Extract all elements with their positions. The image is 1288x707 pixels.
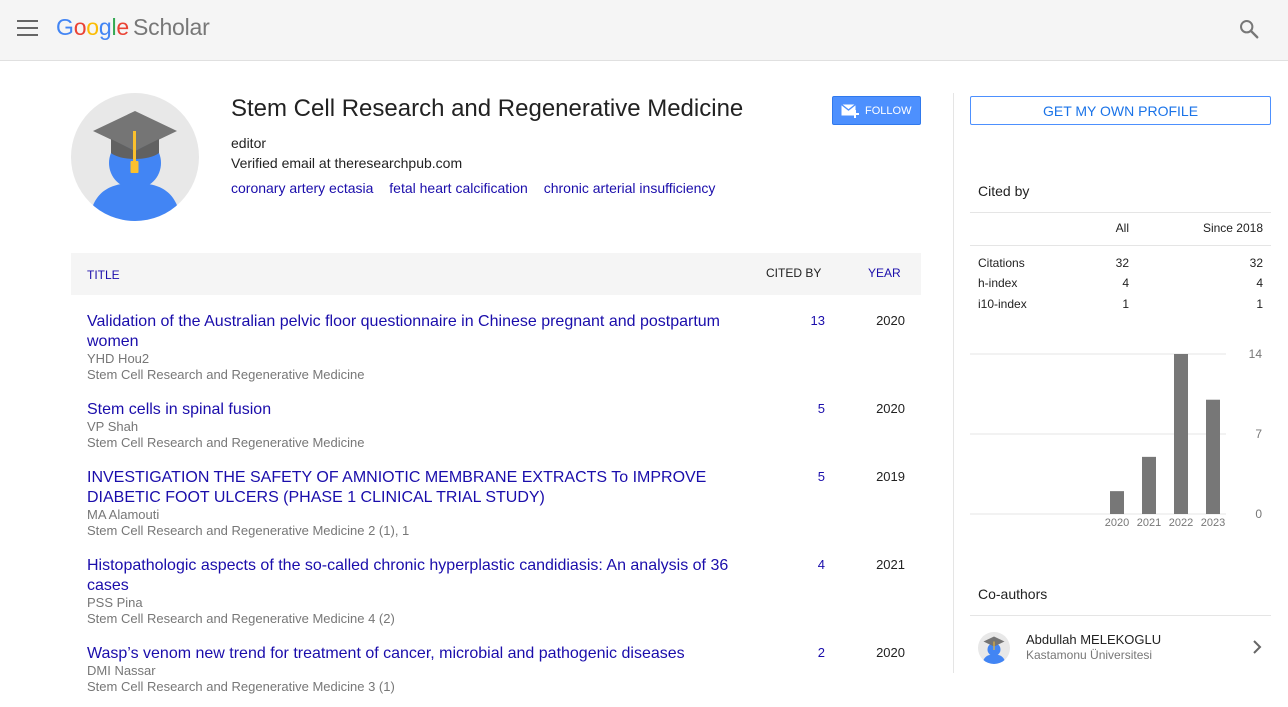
cited-by-heading: Cited by (978, 183, 1030, 199)
interest-link[interactable]: coronary artery ectasia (231, 180, 373, 196)
article-year: 2021 (876, 557, 905, 572)
stat-since: 32 (1249, 256, 1263, 270)
stat-since: 1 (1256, 297, 1263, 311)
google-scholar-logo[interactable]: Google Scholar (56, 14, 210, 41)
get-my-own-profile-button[interactable]: GET MY OWN PROFILE (970, 96, 1271, 125)
profile-name: Stem Cell Research and Regenerative Medi… (231, 95, 744, 122)
chart-x-tick-label: 2020 (1105, 517, 1129, 529)
logo-letter: e (116, 14, 129, 40)
article-venue: Stem Cell Research and Regenerative Medi… (87, 523, 410, 538)
article-year: 2020 (876, 645, 905, 660)
chart-bar (1206, 399, 1220, 514)
divider (970, 212, 1271, 213)
follow-label: FOLLOW (865, 104, 912, 117)
profile-affiliation: editor (231, 135, 267, 151)
article-authors: MA Alamouti (87, 507, 160, 522)
coauthor-affiliation: Kastamonu Üniversitesi (1026, 648, 1153, 662)
coauthor-item[interactable]: Abdullah MELEKOGLU Kastamonu Üniversites… (970, 622, 1271, 672)
divider (970, 615, 1271, 616)
cited-by-count[interactable]: 5 (818, 469, 825, 484)
article-venue: Stem Cell Research and Regenerative Medi… (87, 435, 365, 450)
chart-bar (1142, 456, 1156, 514)
article-venue: Stem Cell Research and Regenerative Medi… (87, 611, 395, 626)
cited-by-count[interactable]: 5 (818, 401, 825, 416)
logo-letter: g (98, 14, 112, 40)
article-authors: PSS Pina (87, 595, 143, 610)
sort-by-year[interactable]: YEAR (868, 266, 901, 280)
chart-y-tick-label: 7 (1255, 427, 1262, 441)
article-year: 2020 (876, 401, 905, 416)
article-title-link[interactable]: Wasp’s venom new trend for treatment of … (87, 644, 747, 664)
cited-by-count[interactable]: 2 (818, 645, 825, 660)
chart-bar (1110, 491, 1124, 514)
article-year: 2020 (876, 313, 905, 328)
stat-since: 4 (1256, 276, 1263, 290)
coauthors-heading: Co-authors (978, 586, 1048, 602)
col-since-header: Since 2018 (1202, 221, 1263, 235)
article-venue: Stem Cell Research and Regenerative Medi… (87, 679, 395, 694)
stat-label: h-index (978, 276, 1018, 290)
article-title-link[interactable]: Histopathologic aspects of the so-called… (87, 556, 747, 596)
chart-y-tick-label: 0 (1255, 507, 1262, 521)
profile-email: Verified email at theresearchpub.com (231, 155, 463, 171)
article-year: 2019 (876, 469, 905, 484)
article-title-link[interactable]: Stem cells in spinal fusion (87, 400, 747, 420)
cited-by-count[interactable]: 13 (811, 313, 825, 328)
chart-x-tick-label: 2021 (1137, 517, 1161, 529)
divider (970, 245, 1271, 246)
article-venue: Stem Cell Research and Regenerative Medi… (87, 367, 365, 382)
coauthor-name: Abdullah MELEKOGLU (1026, 632, 1162, 647)
stat-all: 4 (1122, 276, 1129, 290)
logo-letter: o (73, 14, 87, 40)
logo-word: Scholar (133, 14, 210, 40)
follow-button[interactable]: FOLLOW (832, 96, 921, 125)
research-interests: coronary artery ectasia fetal heart calc… (231, 180, 727, 196)
article-title-link[interactable]: Validation of the Australian pelvic floo… (87, 312, 747, 352)
article-authors: DMI Nassar (87, 663, 156, 678)
stat-label: Citations (978, 256, 1025, 270)
logo-letter: G (56, 14, 74, 40)
citations-per-year-chart: 14 7 0 2020 2021 2022 2023 (970, 347, 1263, 529)
top-bar: Google Scholar (0, 0, 1288, 61)
chart-x-tick-label: 2022 (1169, 517, 1193, 529)
menu-icon[interactable] (17, 20, 38, 36)
sort-by-title[interactable]: TITLE (87, 268, 120, 282)
column-divider (953, 93, 954, 673)
default-avatar-icon (89, 111, 181, 221)
article-authors: YHD Hou2 (87, 351, 150, 366)
stat-label: i10-index (978, 297, 1027, 311)
article-authors: VP Shah (87, 419, 139, 434)
chevron-right-icon (1253, 640, 1262, 654)
stat-all: 32 (1115, 256, 1129, 270)
profile-avatar (71, 93, 199, 221)
interest-link[interactable]: chronic arterial insufficiency (544, 180, 716, 196)
stat-all: 1 (1122, 297, 1129, 311)
chart-y-tick-label: 14 (1249, 347, 1263, 361)
chart-x-tick-label: 2023 (1201, 517, 1225, 529)
article-title-link[interactable]: INVESTIGATION THE SAFETY OF AMNIOTIC MEM… (87, 468, 747, 508)
logo-letter: o (86, 14, 99, 40)
articles-table-header: TITLE CITED BY YEAR (71, 253, 921, 295)
mail-icon (841, 103, 859, 118)
coauthor-avatar (978, 632, 1010, 664)
default-avatar-icon (982, 636, 1006, 664)
cited-by-count[interactable]: 4 (818, 557, 825, 572)
search-icon[interactable] (1238, 18, 1260, 40)
interest-link[interactable]: fetal heart calcification (389, 180, 528, 196)
chart-bar (1174, 354, 1188, 514)
sort-by-cited[interactable]: CITED BY (766, 266, 821, 280)
col-all-header: All (1115, 221, 1129, 235)
